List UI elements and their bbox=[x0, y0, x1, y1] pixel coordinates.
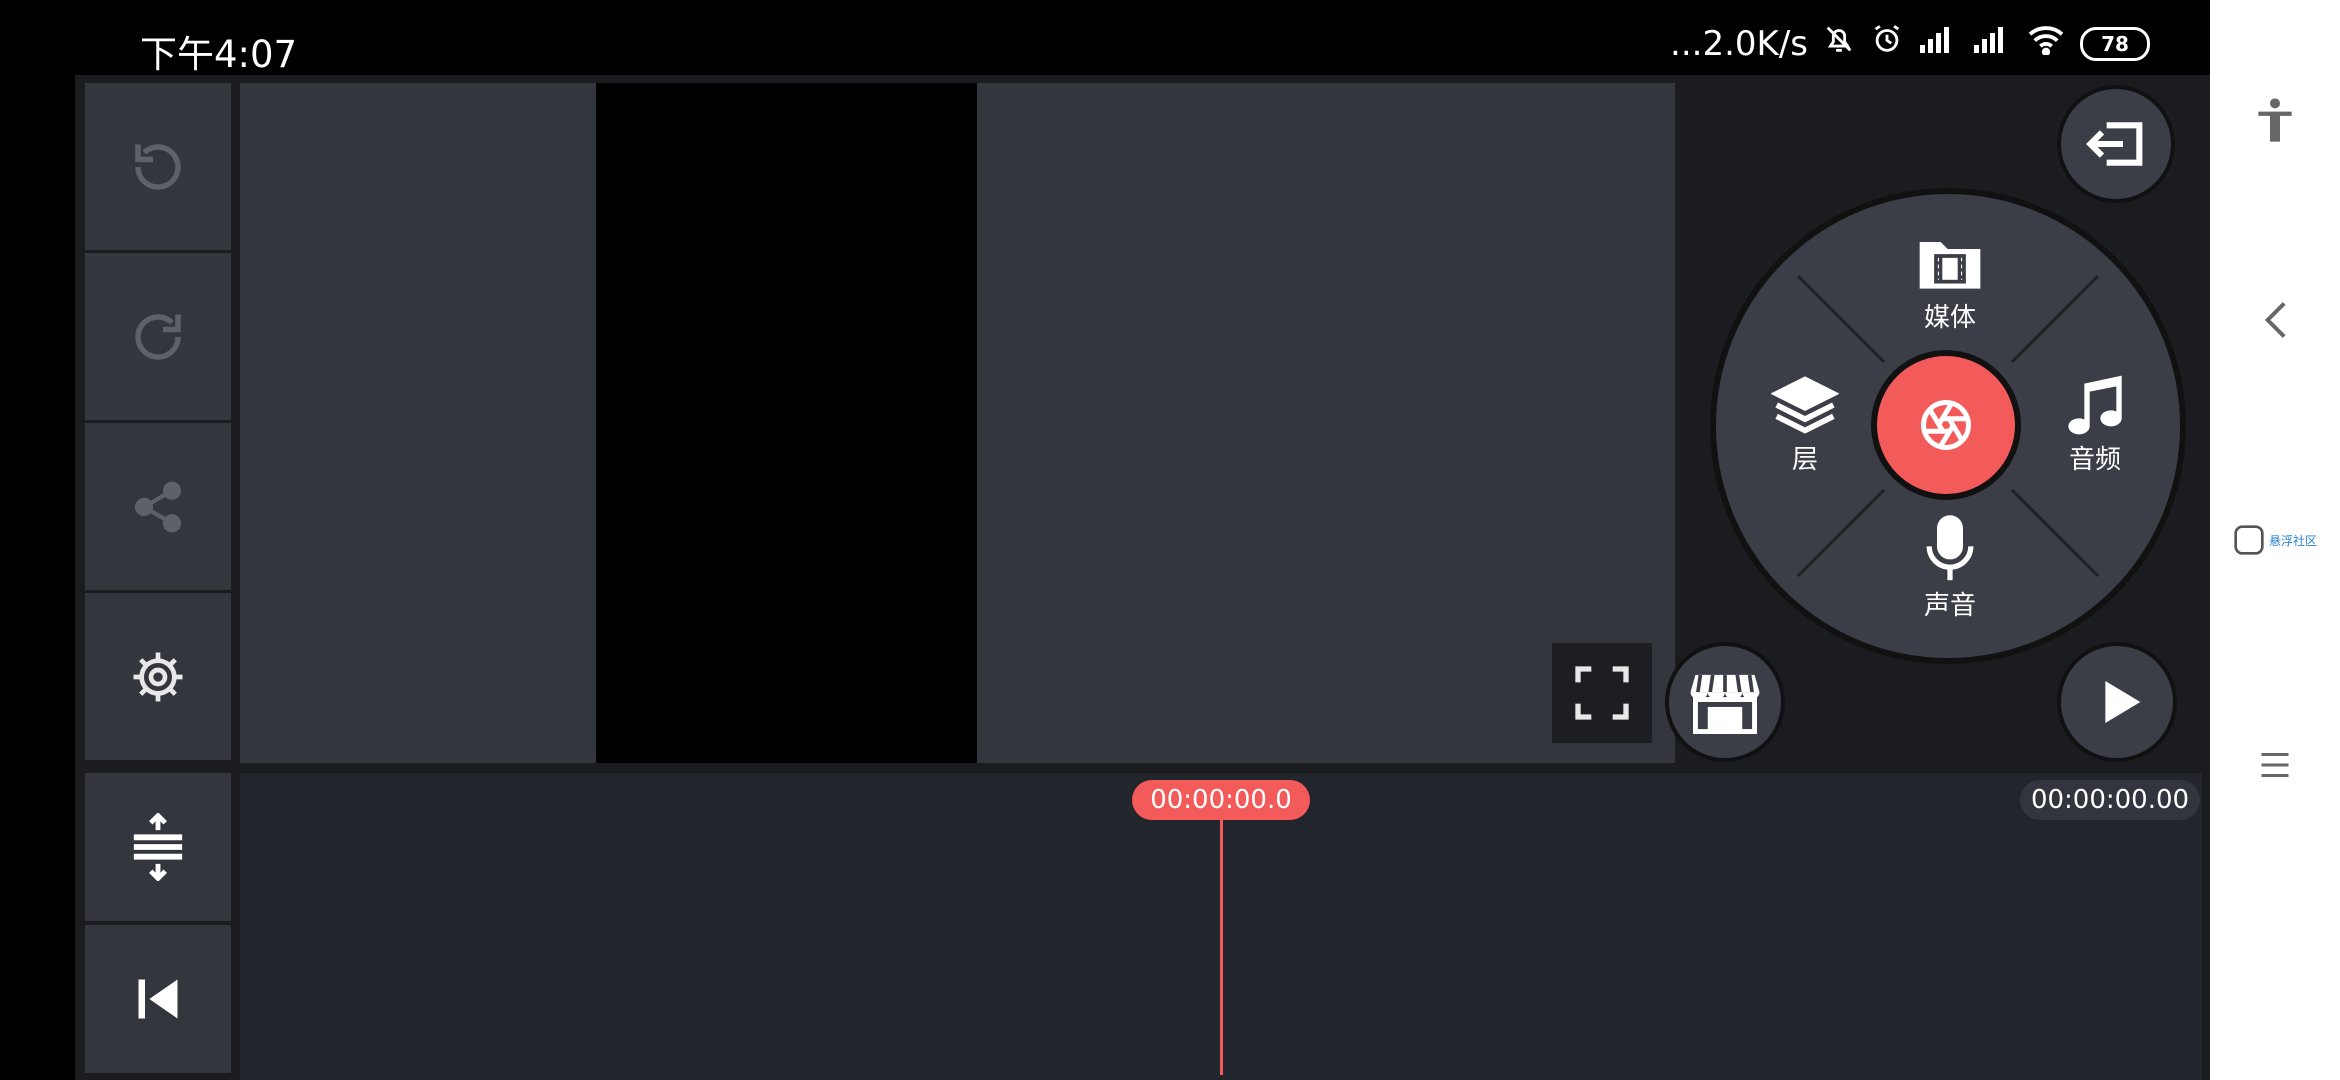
play-icon bbox=[2105, 681, 2141, 723]
asset-store-button[interactable] bbox=[1665, 642, 1785, 762]
back-button[interactable] bbox=[2210, 290, 2340, 350]
floating-community-label: 悬浮社区 bbox=[2268, 533, 2317, 548]
voice-button[interactable]: 声音 bbox=[1910, 515, 1990, 622]
record-button[interactable] bbox=[1871, 350, 2021, 500]
signal-icon bbox=[1918, 24, 1958, 64]
status-bar: 下午4:07 ...2.0K/s 78 bbox=[0, 0, 2210, 76]
play-button[interactable] bbox=[2057, 642, 2177, 762]
settings-button[interactable] bbox=[85, 593, 231, 760]
redo-icon bbox=[135, 313, 181, 360]
media-label: 媒体 bbox=[1923, 303, 1976, 333]
share-icon bbox=[134, 481, 182, 532]
gear-icon bbox=[133, 652, 183, 701]
screen: 下午4:07 ...2.0K/s 78 媒体 层 声音 音频 00:00:00.… bbox=[0, 0, 2340, 1080]
media-button[interactable]: 媒体 bbox=[1905, 235, 1995, 334]
fullscreen-button[interactable] bbox=[1552, 643, 1652, 743]
total-duration: 00:00:00.00 bbox=[2020, 780, 2200, 820]
battery-indicator: 78 bbox=[2080, 26, 2150, 61]
skip-back-icon bbox=[138, 979, 178, 1019]
music-note-icon bbox=[2068, 375, 2122, 435]
floating-community-button[interactable]: 悬浮社区 bbox=[2210, 520, 2340, 560]
audio-button[interactable]: 音频 bbox=[2050, 373, 2140, 476]
video-editor: 媒体 层 声音 音频 00:00:00.0 00:00:00.00 bbox=[75, 75, 2210, 1080]
fullscreen-icon bbox=[1575, 666, 1629, 720]
floating-window-icon bbox=[2234, 525, 2264, 555]
exit-button[interactable] bbox=[2057, 85, 2175, 203]
timeline-toolbar bbox=[85, 773, 231, 1073]
audio-label: 音频 bbox=[2068, 445, 2121, 475]
wifi-icon bbox=[2026, 23, 2066, 64]
skip-to-start-button[interactable] bbox=[85, 925, 231, 1073]
exit-icon bbox=[2086, 122, 2143, 166]
layer-button[interactable]: 层 bbox=[1765, 373, 1845, 476]
store-icon bbox=[1690, 674, 1760, 734]
signal-icon-2 bbox=[1972, 24, 2012, 64]
expand-tracks-icon bbox=[133, 813, 183, 881]
accessibility-icon bbox=[2258, 98, 2292, 142]
camera-shutter-icon bbox=[1921, 400, 1971, 450]
menu-icon bbox=[2261, 753, 2289, 777]
layers-icon bbox=[1771, 376, 1839, 434]
alarm-icon bbox=[1870, 22, 1904, 65]
network-speed: ...2.0K/s bbox=[1670, 23, 1808, 64]
accessibility-button[interactable] bbox=[2210, 90, 2340, 150]
playhead-time[interactable]: 00:00:00.0 bbox=[1132, 780, 1310, 820]
media-folder-icon bbox=[1919, 242, 1981, 289]
video-canvas[interactable] bbox=[596, 83, 977, 763]
timeline-zoom-button[interactable] bbox=[85, 773, 231, 921]
share-button[interactable] bbox=[85, 423, 231, 590]
voice-label: 声音 bbox=[1923, 591, 1976, 621]
system-nav-bar: 悬浮社区 bbox=[2210, 0, 2340, 1080]
undo-icon bbox=[135, 143, 181, 190]
microphone-icon bbox=[1926, 515, 1974, 581]
status-time: 下午4:07 bbox=[140, 33, 298, 76]
menu-button[interactable] bbox=[2210, 740, 2340, 790]
mute-icon bbox=[1822, 22, 1856, 65]
redo-button[interactable] bbox=[85, 253, 231, 420]
status-icons: ...2.0K/s 78 bbox=[1670, 22, 2150, 65]
playhead[interactable] bbox=[1220, 820, 1223, 1075]
left-toolbar bbox=[85, 83, 231, 763]
undo-button[interactable] bbox=[85, 83, 231, 250]
back-arrow-icon bbox=[2264, 302, 2286, 338]
layer-label: 层 bbox=[1791, 445, 1818, 475]
